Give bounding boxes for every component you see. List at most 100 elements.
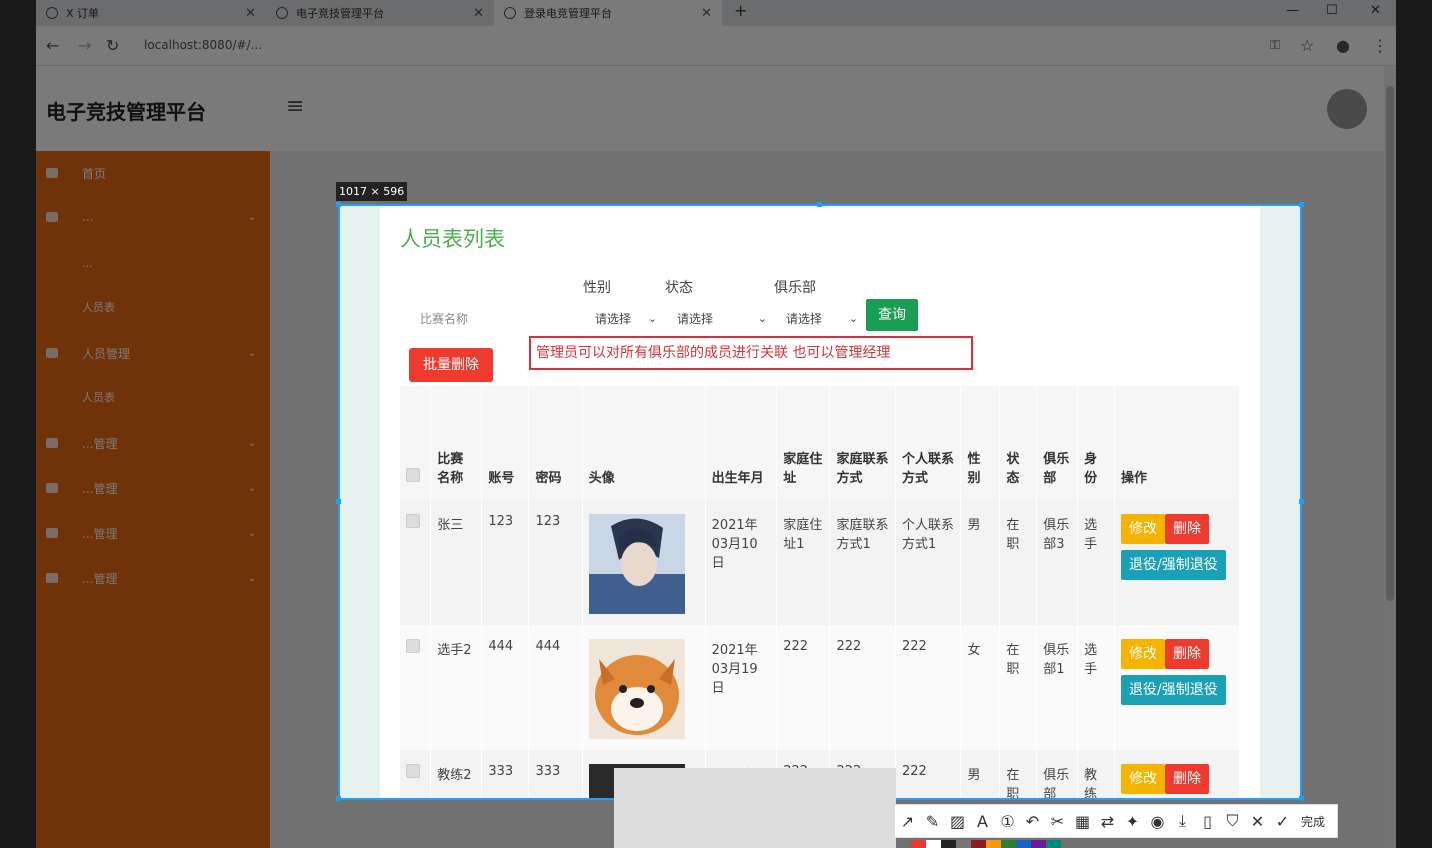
edit-button[interactable]: 修改 xyxy=(1121,764,1165,794)
cell-gender: 女 xyxy=(960,625,1001,750)
row-checkbox[interactable] xyxy=(406,514,420,528)
cut-icon[interactable]: ✂ xyxy=(1045,812,1070,831)
page-title: 人员表列表 xyxy=(400,227,505,251)
club-select[interactable]: 请选择 ⌄ xyxy=(786,304,858,334)
color-swatch[interactable] xyxy=(1001,840,1016,848)
annotation-text-box[interactable]: 管理员可以对所有俱乐部的成员进行关联 也可以管理经理 xyxy=(529,336,973,370)
bookmark-icon[interactable]: ⛉ xyxy=(1220,811,1245,831)
pen-tool-icon[interactable]: ✎ xyxy=(920,812,945,831)
sidebar-item-label: ...管理 xyxy=(82,481,118,496)
new-tab-button[interactable]: + xyxy=(734,1,747,20)
page-scrollbar[interactable] xyxy=(1384,66,1396,848)
close-window-icon[interactable]: ✕ xyxy=(1370,3,1381,18)
number-tool-icon[interactable]: ① xyxy=(995,812,1020,831)
browser-tab-active[interactable]: 登录电竞管理平台 ✕ xyxy=(494,0,722,26)
cell-status: 在职 xyxy=(999,500,1038,625)
resize-handle[interactable] xyxy=(336,796,341,801)
resize-handle[interactable] xyxy=(1299,499,1304,504)
close-tab-icon[interactable]: ✕ xyxy=(701,6,712,21)
done-button[interactable]: 完成 xyxy=(1301,813,1325,830)
maximize-icon[interactable]: ☐ xyxy=(1326,3,1338,18)
sidebar-item-personnel[interactable]: 人员管理 ⌄ xyxy=(36,331,270,375)
resize-handle[interactable] xyxy=(336,202,341,207)
arrow-tool-icon[interactable]: ↗ xyxy=(895,812,920,831)
chevron-down-icon: ⌄ xyxy=(647,312,657,325)
retire-button[interactable]: 退役/强制退役 xyxy=(1121,550,1226,580)
match-name-input[interactable]: 比赛名称 xyxy=(414,304,579,334)
color-swatch[interactable] xyxy=(911,840,926,848)
menu-icon xyxy=(46,348,58,358)
edit-button[interactable]: 修改 xyxy=(1121,514,1165,544)
sidebar-subitem[interactable]: ... xyxy=(36,241,270,285)
save-icon[interactable]: ▯ xyxy=(1195,812,1220,831)
status-select[interactable]: 请选择 ⌄ xyxy=(677,304,767,334)
key-icon[interactable]: ⚿ xyxy=(1270,38,1280,53)
resize-handle[interactable] xyxy=(1299,202,1304,207)
hamburger-icon[interactable]: ≡ xyxy=(286,94,304,119)
delete-button[interactable]: 删除 xyxy=(1165,514,1209,544)
resize-handle[interactable] xyxy=(1299,796,1304,801)
sidebar-item[interactable]: ...管理 ⌄ xyxy=(36,556,270,600)
download-icon[interactable]: ⤓ xyxy=(1170,811,1195,831)
sidebar-item-label: 人员表 xyxy=(82,301,115,314)
resize-handle[interactable] xyxy=(336,499,341,504)
back-icon[interactable]: ← xyxy=(46,36,59,55)
cell-status: 在职 xyxy=(999,750,1038,798)
minimize-icon[interactable]: — xyxy=(1286,3,1299,18)
browser-tab[interactable]: X 订单 ✕ xyxy=(36,0,266,26)
cell-name: 教练2 xyxy=(430,750,483,798)
reload-icon[interactable]: ↻ xyxy=(106,36,119,55)
browser-address-bar: ← → ↻ localhost:8080/#/... ⚿ ☆ ● ⋮ xyxy=(36,26,1396,66)
color-swatch[interactable] xyxy=(1016,840,1031,848)
color-swatch[interactable] xyxy=(986,840,1001,848)
sidebar-subitem[interactable]: 人员表 xyxy=(36,285,270,329)
check-icon[interactable]: ✓ xyxy=(1270,812,1295,831)
select-all-checkbox[interactable] xyxy=(406,468,420,482)
close-icon[interactable]: ✕ xyxy=(1245,812,1270,831)
gender-select[interactable]: 请选择 ⌄ xyxy=(595,304,657,334)
sidebar-subitem[interactable]: 人员表 xyxy=(36,375,270,419)
delete-button[interactable]: 删除 xyxy=(1165,639,1209,669)
avatar[interactable] xyxy=(1327,89,1367,129)
ocr-icon[interactable]: ▦ xyxy=(1070,812,1095,831)
color-swatch[interactable] xyxy=(1046,840,1061,848)
cell-account: 333 xyxy=(481,750,530,798)
browser-tab[interactable]: 电子竞技管理平台 ✕ xyxy=(266,0,494,26)
cell-gender: 男 xyxy=(960,500,1001,625)
sidebar-item-label: ...管理 xyxy=(82,436,118,451)
url-field[interactable]: localhost:8080/#/... xyxy=(144,38,262,52)
undo-icon[interactable]: ↶ xyxy=(1020,812,1045,831)
bookmark-star-icon[interactable]: ☆ xyxy=(1300,36,1314,55)
edit-button[interactable]: 修改 xyxy=(1121,639,1165,669)
sidebar-item-home[interactable]: 首页 xyxy=(36,151,270,195)
more-menu-icon[interactable]: ⋮ xyxy=(1372,36,1388,55)
close-tab-icon[interactable]: ✕ xyxy=(245,6,256,21)
sidebar-item[interactable]: ... ⌄ xyxy=(36,195,270,239)
cell-role: 选手 xyxy=(1077,625,1115,750)
text-tool-icon[interactable]: A xyxy=(970,812,995,831)
close-tab-icon[interactable]: ✕ xyxy=(473,6,484,21)
color-swatch[interactable] xyxy=(1031,840,1046,848)
color-swatch[interactable] xyxy=(971,840,986,848)
scroll-thumb[interactable] xyxy=(1386,86,1394,601)
delete-button[interactable]: 删除 xyxy=(1165,764,1209,794)
retire-button[interactable]: 退役/强制退役 xyxy=(1121,675,1226,705)
row-checkbox[interactable] xyxy=(406,764,420,778)
screenshot-selection[interactable]: 人员表列表 性别 状态 俱乐部 比赛名称 请选择 ⌄ 请选择 ⌄ 请选择 ⌄ 查… xyxy=(338,204,1302,800)
profile-icon[interactable]: ● xyxy=(1336,36,1350,55)
sidebar-item[interactable]: ...管理 ⌄ xyxy=(36,421,270,465)
row-checkbox[interactable] xyxy=(406,639,420,653)
color-swatch[interactable] xyxy=(926,840,941,848)
sidebar-item[interactable]: ...管理 ⌄ xyxy=(36,466,270,510)
resize-handle[interactable] xyxy=(817,202,822,207)
translate-icon[interactable]: ⇄ xyxy=(1095,812,1120,831)
color-swatch[interactable] xyxy=(941,840,956,848)
color-swatch[interactable] xyxy=(956,840,971,848)
batch-delete-button[interactable]: 批量删除 xyxy=(409,348,493,382)
record-icon[interactable]: ◉ xyxy=(1145,812,1170,831)
pin-icon[interactable]: ✦ xyxy=(1120,812,1145,831)
query-button[interactable]: 查询 xyxy=(866,299,918,331)
sidebar-item[interactable]: ...管理 ⌄ xyxy=(36,511,270,555)
mosaic-tool-icon[interactable]: ▨ xyxy=(945,812,970,831)
forward-icon[interactable]: → xyxy=(78,36,91,55)
